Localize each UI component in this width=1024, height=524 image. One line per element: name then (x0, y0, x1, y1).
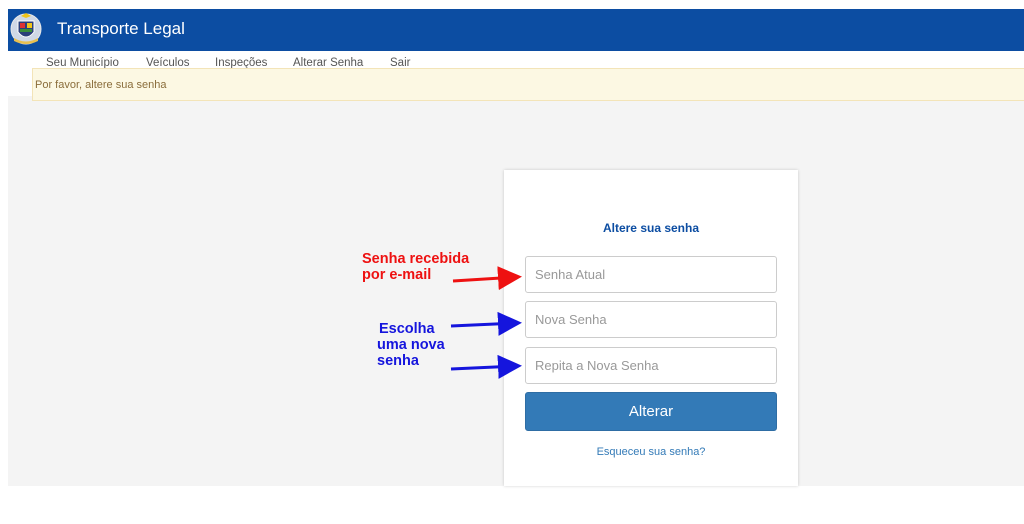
current-password-input[interactable] (525, 256, 777, 293)
alert-message: Por favor, altere sua senha (35, 79, 167, 91)
new-password-input[interactable] (525, 301, 777, 338)
crest-icon[interactable] (10, 12, 42, 46)
annotation-blue-line2: uma nova (377, 337, 445, 353)
app-title[interactable]: Transporte Legal (57, 19, 185, 39)
annotation-blue-line3: senha (377, 353, 419, 369)
annotation-red-line1: Senha recebida (362, 251, 470, 267)
warning-alert: Por favor, altere sua senha (32, 68, 1024, 101)
submit-button[interactable]: Alterar (525, 392, 777, 431)
annotation-blue-line1: Escolha (379, 321, 435, 337)
form-title: Altere sua senha (602, 221, 700, 235)
repeat-password-input[interactable] (525, 347, 777, 384)
forgot-password-link[interactable]: Esqueceu sua senha? (504, 446, 798, 458)
top-navbar: Transporte Legal (8, 9, 1024, 51)
main-menu: Seu Município Veículos Inspeções Alterar… (8, 51, 1024, 69)
annotation-red-line2: por e-mail (362, 267, 432, 283)
change-password-card: Altere sua senha Alterar Esqueceu sua se… (504, 170, 798, 486)
